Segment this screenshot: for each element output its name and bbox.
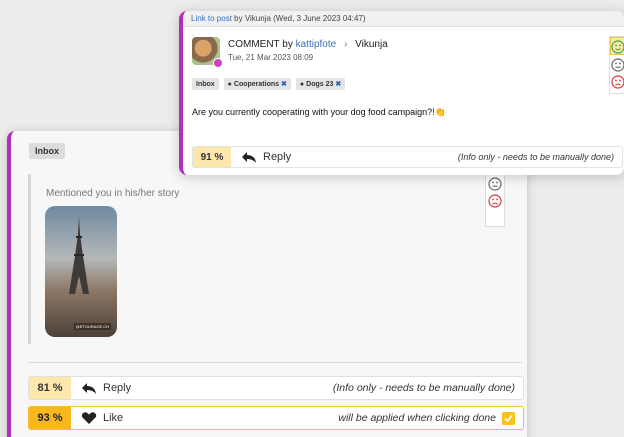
remove-tag-icon[interactable]: ✖: [335, 80, 341, 88]
sad-face-icon[interactable]: [611, 75, 624, 89]
action-note: (Info only - needs to be manually done): [457, 152, 614, 162]
like-action-row[interactable]: 93 % Like will be applied when clicking …: [28, 406, 524, 430]
reply-icon: [242, 152, 256, 163]
neutral-face-icon[interactable]: [611, 58, 624, 72]
tag-cooperations[interactable]: ● Cooperations ✖: [223, 78, 291, 90]
action-label: Like: [103, 412, 124, 424]
neutral-face-icon[interactable]: [488, 177, 502, 191]
eiffel-tower-icon: [69, 216, 89, 294]
reply-action-row[interactable]: 91 % Reply (Info only - needs to be manu…: [192, 146, 623, 168]
comment-meta: COMMENT by kattipfote › Vikunja: [228, 39, 388, 50]
tag-list: Inbox ● Cooperations ✖ ● Dogs 23 ✖: [192, 78, 346, 90]
reply-icon: [82, 383, 96, 394]
confidence-percent: 91 %: [193, 147, 231, 167]
action-note: (Info only - needs to be manually done): [332, 382, 515, 394]
action-label: Reply: [103, 382, 132, 394]
tag-icon: ●: [227, 80, 232, 88]
selected-rating: [610, 37, 624, 55]
reply-action-row[interactable]: 81 % Reply (Info only - needs to be manu…: [28, 376, 524, 400]
author-link[interactable]: kattipfote: [296, 39, 337, 50]
confidence-percent: 93 %: [29, 407, 71, 429]
story-image[interactable]: @ETOURAGE.CH: [45, 206, 117, 337]
instagram-badge-icon: [213, 58, 223, 68]
story-watermark: @ETOURAGE.CH: [73, 323, 111, 330]
story-mention-card: Inbox Mentioned you in his/her story @ET…: [7, 131, 527, 437]
confidence-percent: 81 %: [29, 377, 71, 399]
remove-tag-icon[interactable]: ✖: [281, 80, 287, 88]
story-text: Mentioned you in his/her story: [46, 188, 180, 199]
sentiment-rating: [609, 36, 624, 94]
checkbox-checked-icon[interactable]: [502, 411, 515, 425]
post-header: Link to post by Vikunja (Wed, 3 June 202…: [183, 11, 624, 27]
action-label: Reply: [263, 151, 292, 163]
comment-message: Are you currently cooperating with your …: [192, 107, 446, 117]
link-to-post[interactable]: Link to post: [191, 14, 232, 23]
tag-icon: ●: [299, 80, 305, 88]
tag-inbox[interactable]: Inbox: [192, 78, 219, 90]
happy-face-icon[interactable]: [611, 40, 624, 54]
avatar[interactable]: [192, 37, 223, 68]
sentiment-rating: [485, 173, 505, 227]
action-note: will be applied when clicking done: [338, 411, 515, 425]
comment-date: Tue, 21 Mar 2023 08:09: [228, 53, 314, 62]
folder-tag[interactable]: Inbox: [29, 143, 65, 159]
chevron-right-icon: ›: [343, 39, 348, 50]
post-header-text: by Vikunja (Wed, 3 June 2023 04:47): [234, 14, 366, 23]
heart-icon: [81, 412, 97, 424]
divider: [28, 362, 522, 363]
comment-prefix: COMMENT by: [228, 39, 293, 50]
sad-face-icon[interactable]: [488, 194, 502, 208]
tag-dogs[interactable]: ● Dogs 23 ✖: [295, 78, 346, 90]
story-content: Mentioned you in his/her story @ETOURAGE…: [28, 174, 478, 344]
target-account: Vikunja: [355, 39, 388, 50]
comment-card: Link to post by Vikunja (Wed, 3 June 202…: [179, 11, 624, 175]
